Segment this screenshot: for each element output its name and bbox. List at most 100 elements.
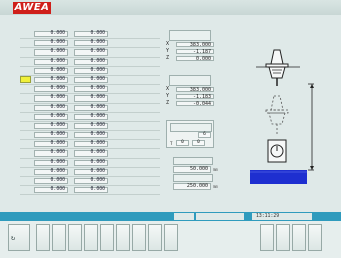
table-cell[interactable]: 0.000 xyxy=(74,95,108,102)
table-cell[interactable]: 0.000 xyxy=(74,159,108,166)
softkey[interactable] xyxy=(116,224,130,251)
table-cell[interactable]: 0.000 xyxy=(34,76,68,84)
table-cell[interactable] xyxy=(114,95,148,101)
setting-1-unit: mm xyxy=(213,167,218,172)
table-cell[interactable]: 0.000 xyxy=(74,86,108,93)
return-softkey[interactable]: ↻ xyxy=(8,224,30,251)
softkey[interactable] xyxy=(132,224,146,251)
table-cell[interactable] xyxy=(114,114,148,120)
table-cell[interactable] xyxy=(114,123,148,129)
setting-2-unit: mm xyxy=(213,184,218,189)
table-cell[interactable]: 0.000 xyxy=(34,132,68,139)
table-cell[interactable]: 0.000 xyxy=(74,168,108,175)
table-row[interactable]: 0.000 0.000 xyxy=(20,67,160,76)
table-cell[interactable]: 0.000 xyxy=(34,168,68,175)
table-cell[interactable] xyxy=(114,132,148,138)
softkey[interactable] xyxy=(52,224,66,251)
softkey[interactable] xyxy=(84,224,98,251)
settings-panel: 50.000 mm 250.000 mm xyxy=(166,157,224,199)
softkey[interactable] xyxy=(148,224,162,251)
table-cell[interactable]: 0.000 xyxy=(34,141,68,148)
table-cell[interactable]: 0.000 xyxy=(34,187,68,194)
table-cell[interactable]: 0.000 xyxy=(74,58,108,65)
softkey[interactable] xyxy=(164,224,178,251)
table-cell[interactable]: 0.000 xyxy=(74,104,108,111)
table-cell[interactable] xyxy=(114,150,148,156)
softkey[interactable] xyxy=(68,224,82,251)
table-cell[interactable] xyxy=(114,178,148,184)
table-cell[interactable]: 0.000 xyxy=(34,31,68,38)
table-row[interactable]: 0.000 0.000 xyxy=(20,168,160,177)
table-row[interactable]: 0.000 0.000 xyxy=(20,131,160,141)
header-bar: AWEA xyxy=(0,0,341,15)
row-number xyxy=(20,31,31,38)
table-cell[interactable]: 0.000 xyxy=(74,141,108,148)
softkey[interactable] xyxy=(36,224,50,251)
table-cell[interactable] xyxy=(114,160,148,166)
table-cell[interactable]: 0.000 xyxy=(74,187,108,194)
table-cell[interactable]: 0.000 xyxy=(34,113,68,120)
table-cell[interactable] xyxy=(114,141,148,147)
table-cell[interactable] xyxy=(114,187,148,193)
table-row[interactable]: 0.000 0.000 xyxy=(20,140,160,150)
table-cell[interactable] xyxy=(114,40,148,46)
axis-label: Y xyxy=(166,93,170,99)
table-cell[interactable]: 0.000 xyxy=(34,95,68,102)
table-row[interactable]: 0.000 0.000 xyxy=(20,48,160,58)
table-row[interactable]: 0.000 0.000 xyxy=(20,122,160,132)
table-row[interactable]: 0.000 0.000 xyxy=(20,177,160,187)
table-cell[interactable]: 0.000 xyxy=(74,178,108,185)
setting-1-value[interactable]: 50.000 xyxy=(173,166,211,173)
table-cell[interactable]: 0.000 xyxy=(74,67,108,74)
table-row[interactable]: 0.000 0.000 xyxy=(20,186,160,196)
table-cell[interactable]: 0.000 xyxy=(34,150,68,157)
table-cell[interactable] xyxy=(114,169,148,175)
table-cell[interactable]: 0.000 xyxy=(74,31,108,38)
tool-t-value-2: 0 xyxy=(192,140,205,146)
row-number xyxy=(20,159,31,166)
table-cell[interactable]: 0.000 xyxy=(34,40,68,47)
setting-2-value[interactable]: 250.000 xyxy=(173,183,211,190)
table-cell[interactable]: 0.000 xyxy=(34,86,68,93)
softkey[interactable] xyxy=(276,224,290,251)
table-cell[interactable] xyxy=(114,59,148,65)
table-cell[interactable] xyxy=(114,68,148,74)
table-cell[interactable]: 0.000 xyxy=(74,132,108,139)
table-cell[interactable] xyxy=(114,86,148,92)
table-row[interactable]: 0.000 0.000 xyxy=(20,85,160,95)
softkey[interactable] xyxy=(308,224,322,251)
table-cell[interactable]: 0.000 xyxy=(74,76,108,84)
softkey[interactable] xyxy=(260,224,274,251)
table-cell[interactable]: 0.000 xyxy=(34,58,68,65)
table-row[interactable]: 0.000 0.000 xyxy=(20,94,160,104)
table-cell[interactable]: 0.000 xyxy=(34,178,68,185)
table-cell[interactable]: 0.000 xyxy=(34,49,68,56)
table-row[interactable]: 0.000 0.000 xyxy=(20,159,160,168)
machine-coordinates-panel: X 383.000 Y -1.183 Z -0.044 xyxy=(166,75,214,107)
mach-y-value: -1.183 xyxy=(176,93,214,100)
table-cell[interactable]: 0.000 xyxy=(34,122,68,130)
table-cell[interactable] xyxy=(114,49,148,55)
table-row[interactable]: 0.000 0.000 xyxy=(20,149,160,159)
table-cell[interactable]: 0.000 xyxy=(74,113,108,120)
table-cell[interactable]: 0.000 xyxy=(34,104,68,111)
table-row[interactable]: 0.000 0.000 xyxy=(20,30,160,40)
table-row[interactable]: 0.000 0.000 xyxy=(20,76,160,86)
table-row[interactable]: 0.000 0.000 xyxy=(20,39,160,49)
row-cursor xyxy=(20,76,31,84)
row-number xyxy=(20,168,31,175)
table-cell[interactable]: 0.000 xyxy=(74,49,108,56)
table-row[interactable]: 0.000 0.000 xyxy=(20,113,160,122)
softkey[interactable] xyxy=(100,224,114,251)
table-cell[interactable] xyxy=(114,105,148,111)
table-cell[interactable] xyxy=(114,77,148,83)
table-cell[interactable]: 0.000 xyxy=(74,40,108,47)
table-cell[interactable]: 0.000 xyxy=(74,122,108,130)
table-cell[interactable] xyxy=(114,31,148,37)
table-row[interactable]: 0.000 0.000 xyxy=(20,104,160,113)
softkey[interactable] xyxy=(292,224,306,251)
table-cell[interactable]: 0.000 xyxy=(34,67,68,74)
table-row[interactable]: 0.000 0.000 xyxy=(20,58,160,67)
table-cell[interactable]: 0.000 xyxy=(74,150,108,157)
table-cell[interactable]: 0.000 xyxy=(34,159,68,166)
